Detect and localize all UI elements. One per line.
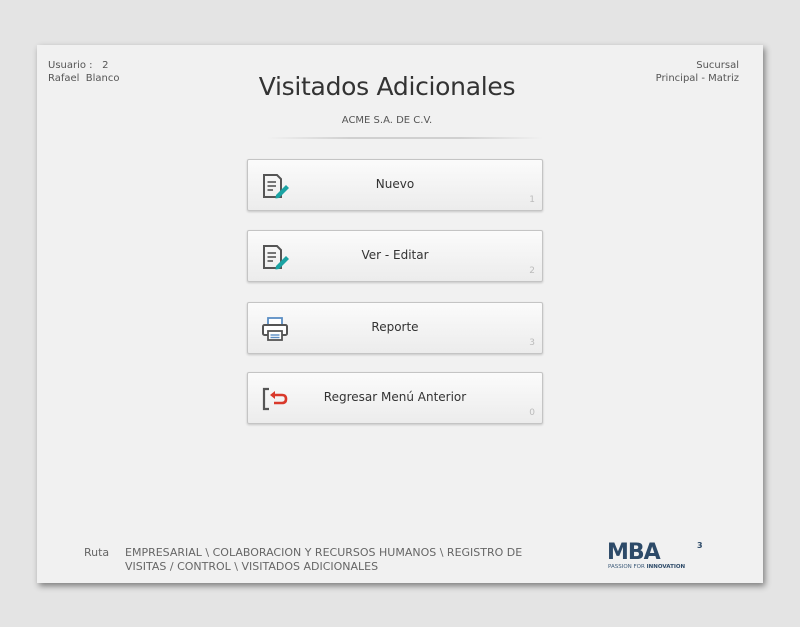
user-id: 2 — [102, 60, 109, 71]
new-button-shortcut: 1 — [529, 195, 535, 205]
new-document-icon — [260, 173, 290, 199]
user-name: Rafael Blanco — [48, 73, 120, 84]
exit-back-icon — [260, 386, 290, 412]
branch-info: Sucursal Principal - Matriz — [656, 59, 739, 85]
report-button-shortcut: 3 — [529, 338, 535, 348]
user-label: Usuario : — [48, 60, 93, 71]
edit-document-icon — [260, 244, 290, 270]
report-button[interactable]: Reporte 3 — [247, 302, 543, 354]
new-button-label: Nuevo — [375, 177, 415, 191]
logo-superscript: 3 — [697, 541, 703, 550]
back-menu-button-shortcut: 0 — [529, 408, 535, 418]
view-edit-button[interactable]: Ver - Editar 2 — [247, 230, 543, 282]
company-name: ACME S.A. DE C.V. — [341, 115, 433, 126]
printer-icon — [260, 316, 290, 342]
main-window: Usuario : 2 Rafael Blanco Sucursal Princ… — [37, 45, 763, 583]
branch-label: Sucursal — [696, 60, 739, 71]
report-button-label: Reporte — [371, 320, 419, 334]
title-divider — [267, 137, 543, 139]
view-edit-button-shortcut: 2 — [529, 266, 535, 276]
route-label: Ruta — [84, 546, 110, 559]
view-edit-button-label: Ver - Editar — [361, 248, 429, 262]
new-button[interactable]: Nuevo 1 — [247, 159, 543, 211]
logo-text: MBA — [607, 540, 661, 565]
company-logo: MBA 3 PASSION FOR INNOVATION — [607, 539, 707, 575]
branch-name: Principal - Matriz — [655, 73, 739, 84]
logo-tagline: PASSION FOR INNOVATION — [608, 564, 686, 570]
user-info: Usuario : 2 Rafael Blanco — [48, 59, 120, 85]
back-menu-button[interactable]: Regresar Menú Anterior 0 — [247, 372, 543, 424]
breadcrumb: EMPRESARIAL \ COLABORACION Y RECURSOS HU… — [125, 546, 523, 573]
page-title: Visitados Adicionales — [258, 72, 516, 101]
back-menu-button-label: Regresar Menú Anterior — [323, 390, 467, 404]
